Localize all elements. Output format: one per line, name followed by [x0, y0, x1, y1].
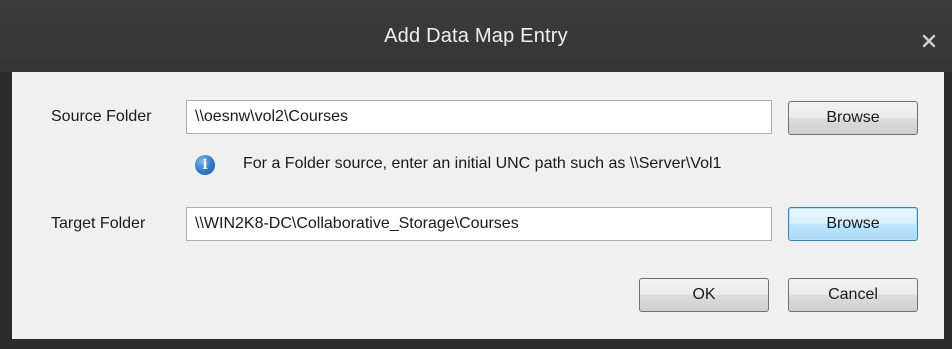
cancel-button[interactable]: Cancel — [788, 278, 918, 312]
source-browse-button[interactable]: Browse — [788, 101, 918, 135]
add-data-map-entry-dialog: Add Data Map Entry Source Folder Browse … — [0, 0, 952, 349]
info-icon: i — [195, 155, 215, 175]
close-icon — [922, 34, 936, 48]
dialog-body: Source Folder Browse i For a Folder sour… — [12, 72, 944, 339]
close-button[interactable] — [918, 30, 940, 52]
dialog-title: Add Data Map Entry — [384, 25, 568, 47]
ok-button[interactable]: OK — [639, 278, 769, 312]
target-folder-label: Target Folder — [51, 215, 146, 232]
hint-text: For a Folder source, enter an initial UN… — [243, 155, 722, 172]
source-folder-input[interactable] — [186, 100, 772, 134]
title-bar[interactable]: Add Data Map Entry — [0, 0, 952, 72]
target-folder-input[interactable] — [186, 207, 772, 241]
target-browse-button[interactable]: Browse — [788, 207, 918, 241]
source-folder-label: Source Folder — [51, 108, 152, 125]
